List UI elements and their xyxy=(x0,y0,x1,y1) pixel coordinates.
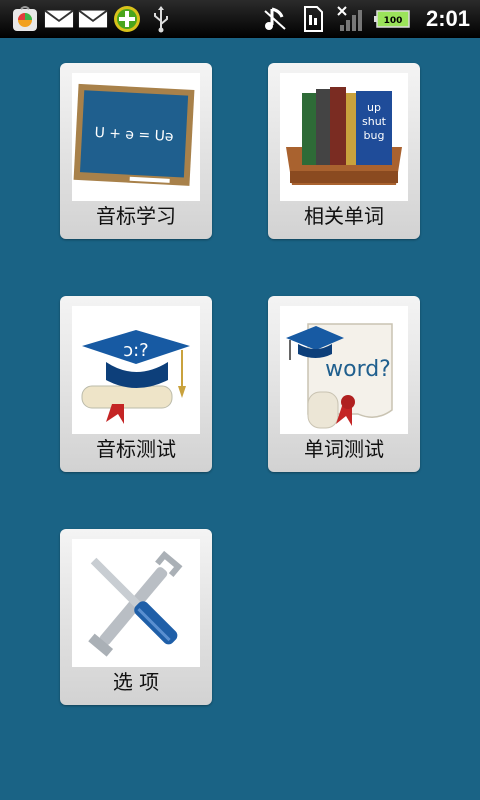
menu-item-label: 单词测试 xyxy=(304,437,384,461)
battery-level: 100 xyxy=(384,16,403,26)
books-icon: up shut bug xyxy=(280,73,408,201)
clock: 2:01 xyxy=(425,6,470,31)
tools-icon xyxy=(72,539,200,667)
graduation-cap-icon: ɔ:? xyxy=(72,306,200,434)
menu-item-phonetics-study[interactable]: U + ə = Uə 音标学习 xyxy=(60,63,212,239)
music-off-icon xyxy=(260,5,290,33)
book-spine-text: up xyxy=(367,101,381,114)
no-signal-icon xyxy=(336,5,366,33)
menu-item-label: 选 项 xyxy=(112,670,160,694)
menu-item-word-test[interactable]: word? 单词测试 xyxy=(268,296,420,472)
status-bar: 100 2:01 xyxy=(0,0,480,38)
mail-icon xyxy=(44,5,74,33)
plus-badge-icon xyxy=(112,5,142,33)
book-spine-text: shut xyxy=(362,115,387,128)
menu-item-related-words[interactable]: up shut bug 相关单词 xyxy=(268,63,420,239)
menu-item-options[interactable]: 选 项 xyxy=(60,529,212,705)
menu-item-phonetics-test[interactable]: ɔ:? 音标测试 xyxy=(60,296,212,472)
menu-item-label: 音标测试 xyxy=(96,437,176,461)
scroll-text: word? xyxy=(325,357,391,382)
menu-item-label: 相关单词 xyxy=(304,204,384,228)
book-spine-text: bug xyxy=(364,129,385,142)
cap-text: ɔ:? xyxy=(123,340,149,361)
app-store-icon[interactable] xyxy=(10,5,40,33)
blackboard-icon: U + ə = Uə xyxy=(72,73,200,201)
battery-icon: 100 xyxy=(373,5,412,33)
sim-card-icon xyxy=(298,5,328,33)
usb-icon xyxy=(146,5,176,33)
mail-icon xyxy=(78,5,108,33)
word-scroll-icon: word? xyxy=(280,306,408,434)
menu-item-label: 音标学习 xyxy=(96,204,176,228)
